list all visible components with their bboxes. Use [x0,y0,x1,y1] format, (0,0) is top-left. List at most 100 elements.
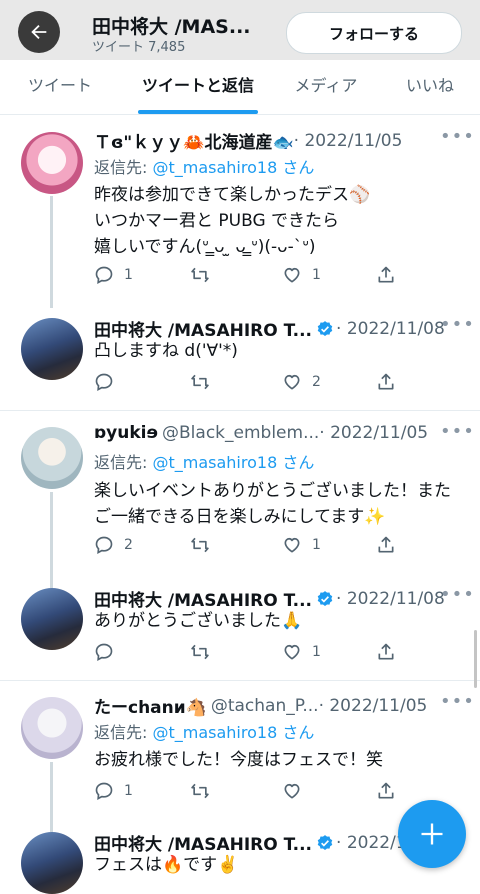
tweet-text: 楽しいイベントありがとうございました！また ご一緒できる日を楽しみにしてます✨ [94,478,451,530]
retweet-icon [191,374,209,390]
share-button[interactable] [376,642,396,662]
avatar[interactable] [21,132,83,194]
retweet-button[interactable] [190,535,220,555]
verified-badge-icon [317,834,333,850]
retweet-icon [191,644,209,660]
reply-button[interactable]: 2 [94,535,133,555]
share-icon [378,536,394,553]
reply-to-prefix: 返信先: [94,723,153,742]
reply-to: 返信先: @t_masahiro18 さん [94,449,314,473]
avatar[interactable] [21,697,83,759]
heart-icon [284,374,300,390]
like-button[interactable]: 1 [282,265,321,285]
tweet-text: ありがとうございました🙏 [94,608,302,634]
like-button[interactable]: 2 [282,372,321,392]
reply-to-mention[interactable]: @t_masahiro18 さん [152,158,314,177]
share-icon [378,782,394,799]
scrollbar[interactable] [474,630,477,688]
retweet-button[interactable] [190,642,220,662]
user-handle[interactable]: @tachan_P... [211,696,319,716]
tweet-text: フェスは🔥です✌️ [94,852,238,878]
tweet-text-line: お疲れ様でした！今度はフェスで！笑 [94,750,383,770]
retweet-icon [191,783,209,799]
reply-to-prefix: 返信先: [94,158,153,177]
like-count: 2 [312,374,321,390]
tweet-actions: 2 1 [94,535,394,557]
tweet-text: 昨夜は参加できて楽しかったデス⚾️ いつかマー君と PUBG できたら 嬉しいで… [94,182,370,260]
reply-icon [95,782,113,800]
user-handle[interactable]: @Black_emblem... [162,423,319,443]
profile-title: 田中将大 /MAS... [92,16,251,38]
tweet-text-line: フェスは🔥です✌️ [94,855,239,875]
tweet-text: 凸しますね d('∀'*) [94,338,238,364]
reply-to-mention[interactable]: @t_masahiro18 さん [152,723,314,742]
retweet-button[interactable] [190,265,220,285]
reply-button[interactable] [94,372,124,392]
display-name[interactable]: ɒyukiɘ [94,423,158,443]
tweet-count: ツイート 7,485 [92,40,186,55]
share-button[interactable] [376,781,396,801]
tab-tweets[interactable]: ツイート [0,60,120,114]
tab-tweets-and-replies[interactable]: ツイートと返信 [128,60,268,114]
more-icon[interactable]: ••• [440,421,475,442]
like-button[interactable] [282,781,312,801]
tweet-date[interactable]: · 2022/11/05 [319,696,428,716]
tab-media[interactable]: メディア [268,60,384,114]
tweet-text-line: ありがとうございました🙏 [94,611,303,631]
more-icon[interactable]: ••• [440,584,475,605]
reply-count: 1 [124,267,133,283]
share-button[interactable] [376,265,396,285]
verified-badge-icon [317,590,333,606]
tweet-text-line: ご一緒できる日を楽しみにしてます✨ [94,507,386,527]
divider [0,410,480,411]
reply-count: 1 [124,783,133,799]
reply-count: 2 [124,537,133,553]
tweet-date[interactable]: · 2022/11/05 [319,423,428,443]
retweet-icon [191,537,209,553]
avatar[interactable] [21,588,83,650]
reply-to: 返信先: @t_masahiro18 さん [94,154,314,178]
retweet-icon [191,267,209,283]
heart-icon [284,537,300,553]
compose-tweet-button[interactable] [398,800,466,868]
tweet-text-line: 凸しますね d('∀'*) [94,341,238,361]
like-button[interactable]: 1 [282,642,321,662]
retweet-button[interactable] [190,372,220,392]
follow-button[interactable]: フォローする [286,12,462,54]
share-icon [378,643,394,660]
profile-tabs: ツイート ツイートと返信 メディア いいね [0,60,480,115]
tweet-actions: 2 [94,372,394,394]
reply-to-prefix: 返信先: [94,453,153,472]
tweet-date[interactable]: · 2022/11/08 [336,319,445,339]
avatar[interactable] [21,427,83,489]
avatar[interactable] [21,318,83,380]
tab-likes[interactable]: いいね [384,60,476,114]
reply-button[interactable] [94,642,124,662]
share-button[interactable] [376,372,396,392]
share-button[interactable] [376,535,396,555]
reply-button[interactable]: 1 [94,265,133,285]
retweet-button[interactable] [190,781,220,801]
share-icon [378,266,394,283]
plus-icon [421,823,443,845]
like-count: 1 [312,537,321,553]
tweet-actions: 1 [94,642,394,664]
back-button[interactable] [18,11,60,53]
heart-icon [284,644,300,660]
reply-to-mention[interactable]: @t_masahiro18 さん [152,453,314,472]
reply-icon [95,536,113,554]
heart-icon [284,267,300,283]
like-button[interactable]: 1 [282,535,321,555]
display-name[interactable]: たーchanᴎ🐴 [94,693,207,718]
verified-badge-icon [317,320,333,336]
tweet-text-line: 楽しいイベントありがとうございました！また [94,481,451,501]
reply-icon [95,266,113,284]
display-name[interactable]: Ｔɞ"ｋｙｙ🦀北海道産🐟 [94,128,294,153]
reply-to: 返信先: @t_masahiro18 さん [94,719,314,743]
more-icon[interactable]: ••• [440,126,475,147]
more-icon[interactable]: ••• [440,691,475,712]
tweet-date[interactable]: · 2022/11/08 [336,589,445,609]
reply-button[interactable]: 1 [94,781,133,801]
more-icon[interactable]: ••• [440,314,475,335]
tweet-date[interactable]: · 2022/11/05 [294,131,403,151]
